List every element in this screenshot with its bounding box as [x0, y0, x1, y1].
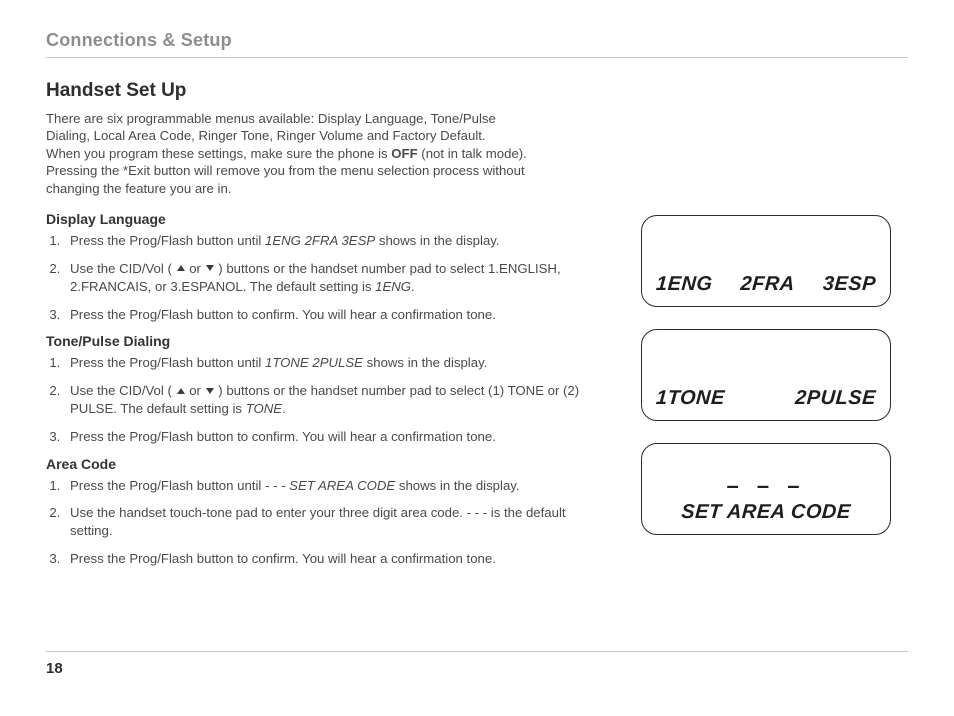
list-item: Press the Prog/Flash button until 1ENG 2…: [64, 232, 611, 250]
step-text: Press the Prog/Flash button until: [70, 355, 265, 370]
step-text: shows in the display.: [363, 355, 487, 370]
step-text: or: [186, 261, 205, 276]
step-text: .: [411, 279, 415, 294]
manual-page: Connections & Setup Handset Set Up There…: [0, 0, 954, 716]
lcd-row: 1TONE 2PULSE: [655, 387, 877, 410]
page-title: Handset Set Up: [46, 80, 611, 102]
intro-bold: OFF: [391, 146, 417, 161]
arrow-up-icon: [176, 264, 186, 272]
lcd-dashes: – – –: [656, 473, 876, 499]
arrow-down-icon: [205, 264, 215, 272]
section-heading-display-language: Display Language: [46, 211, 611, 227]
arrow-up-icon: [176, 387, 186, 395]
list-item: Press the Prog/Flash button until 1TONE …: [64, 354, 611, 372]
arrow-down-icon: [205, 387, 215, 395]
intro-line: Dialing, Local Area Code, Ringer Tone, R…: [46, 128, 486, 143]
step-text: .: [282, 401, 286, 416]
list-item: Press the Prog/Flash button to confirm. …: [64, 550, 611, 568]
lcd-text: 3ESP: [822, 273, 877, 296]
page-footer: 18: [46, 651, 908, 678]
step-text: Use the CID/Vol (: [70, 383, 176, 398]
steps-display-language: Press the Prog/Flash button until 1ENG 2…: [46, 232, 611, 323]
lcd-text: 1TONE: [655, 387, 725, 410]
step-display-text: - - - SET AREA CODE: [265, 478, 395, 493]
list-item: Press the Prog/Flash button until - - - …: [64, 477, 611, 495]
intro-line: There are six programmable menus availab…: [46, 111, 496, 126]
lcd-text: SET AREA CODE: [680, 501, 851, 524]
content-area: Handset Set Up There are six programmabl…: [46, 80, 908, 578]
breadcrumb: Connections & Setup: [46, 30, 908, 58]
list-item: Use the handset touch-tone pad to enter …: [64, 504, 611, 540]
list-item: Use the CID/Vol ( or ) buttons or the ha…: [64, 382, 611, 418]
step-text: Press the Prog/Flash button until: [70, 478, 265, 493]
step-text: or: [186, 383, 205, 398]
step-display-text: 1TONE 2PULSE: [265, 355, 363, 370]
lcd-display-language: 1ENG 2FRA 3ESP: [641, 215, 891, 307]
intro-paragraph: There are six programmable menus availab…: [46, 110, 611, 197]
step-text: shows in the display.: [395, 478, 519, 493]
step-display-text: 1ENG 2FRA 3ESP: [265, 233, 375, 248]
lcd-row: 1ENG 2FRA 3ESP: [655, 273, 877, 296]
step-text: Use the CID/Vol (: [70, 261, 176, 276]
step-default: TONE: [246, 401, 282, 416]
lcd-column: 1ENG 2FRA 3ESP 1TONE 2PULSE – – – SET AR…: [611, 215, 908, 535]
step-default: 1ENG: [375, 279, 411, 294]
page-number: 18: [46, 660, 63, 677]
lcd-row: SET AREA CODE: [655, 501, 877, 524]
intro-line: When you program these settings, make su…: [46, 146, 391, 161]
list-item: Press the Prog/Flash button to confirm. …: [64, 428, 611, 446]
list-item: Use the CID/Vol ( or ) buttons or the ha…: [64, 260, 611, 296]
lcd-text: 2PULSE: [794, 387, 876, 410]
step-text: Press the Prog/Flash button until: [70, 233, 265, 248]
lcd-text: 1ENG: [655, 273, 713, 296]
text-column: Handset Set Up There are six programmabl…: [46, 80, 611, 578]
section-heading-area-code: Area Code: [46, 456, 611, 472]
intro-line: (not in talk mode).: [418, 146, 527, 161]
step-text: shows in the display.: [375, 233, 499, 248]
steps-tone-pulse: Press the Prog/Flash button until 1TONE …: [46, 354, 611, 445]
list-item: Press the Prog/Flash button to confirm. …: [64, 306, 611, 324]
intro-line: Pressing the *Exit button will remove yo…: [46, 163, 525, 178]
lcd-display-area-code: – – – SET AREA CODE: [641, 443, 891, 535]
section-heading-tone-pulse: Tone/Pulse Dialing: [46, 333, 611, 349]
steps-area-code: Press the Prog/Flash button until - - - …: [46, 477, 611, 568]
lcd-text: 2FRA: [740, 273, 796, 296]
lcd-display-tone: 1TONE 2PULSE: [641, 329, 891, 421]
intro-line: changing the feature you are in.: [46, 181, 232, 196]
